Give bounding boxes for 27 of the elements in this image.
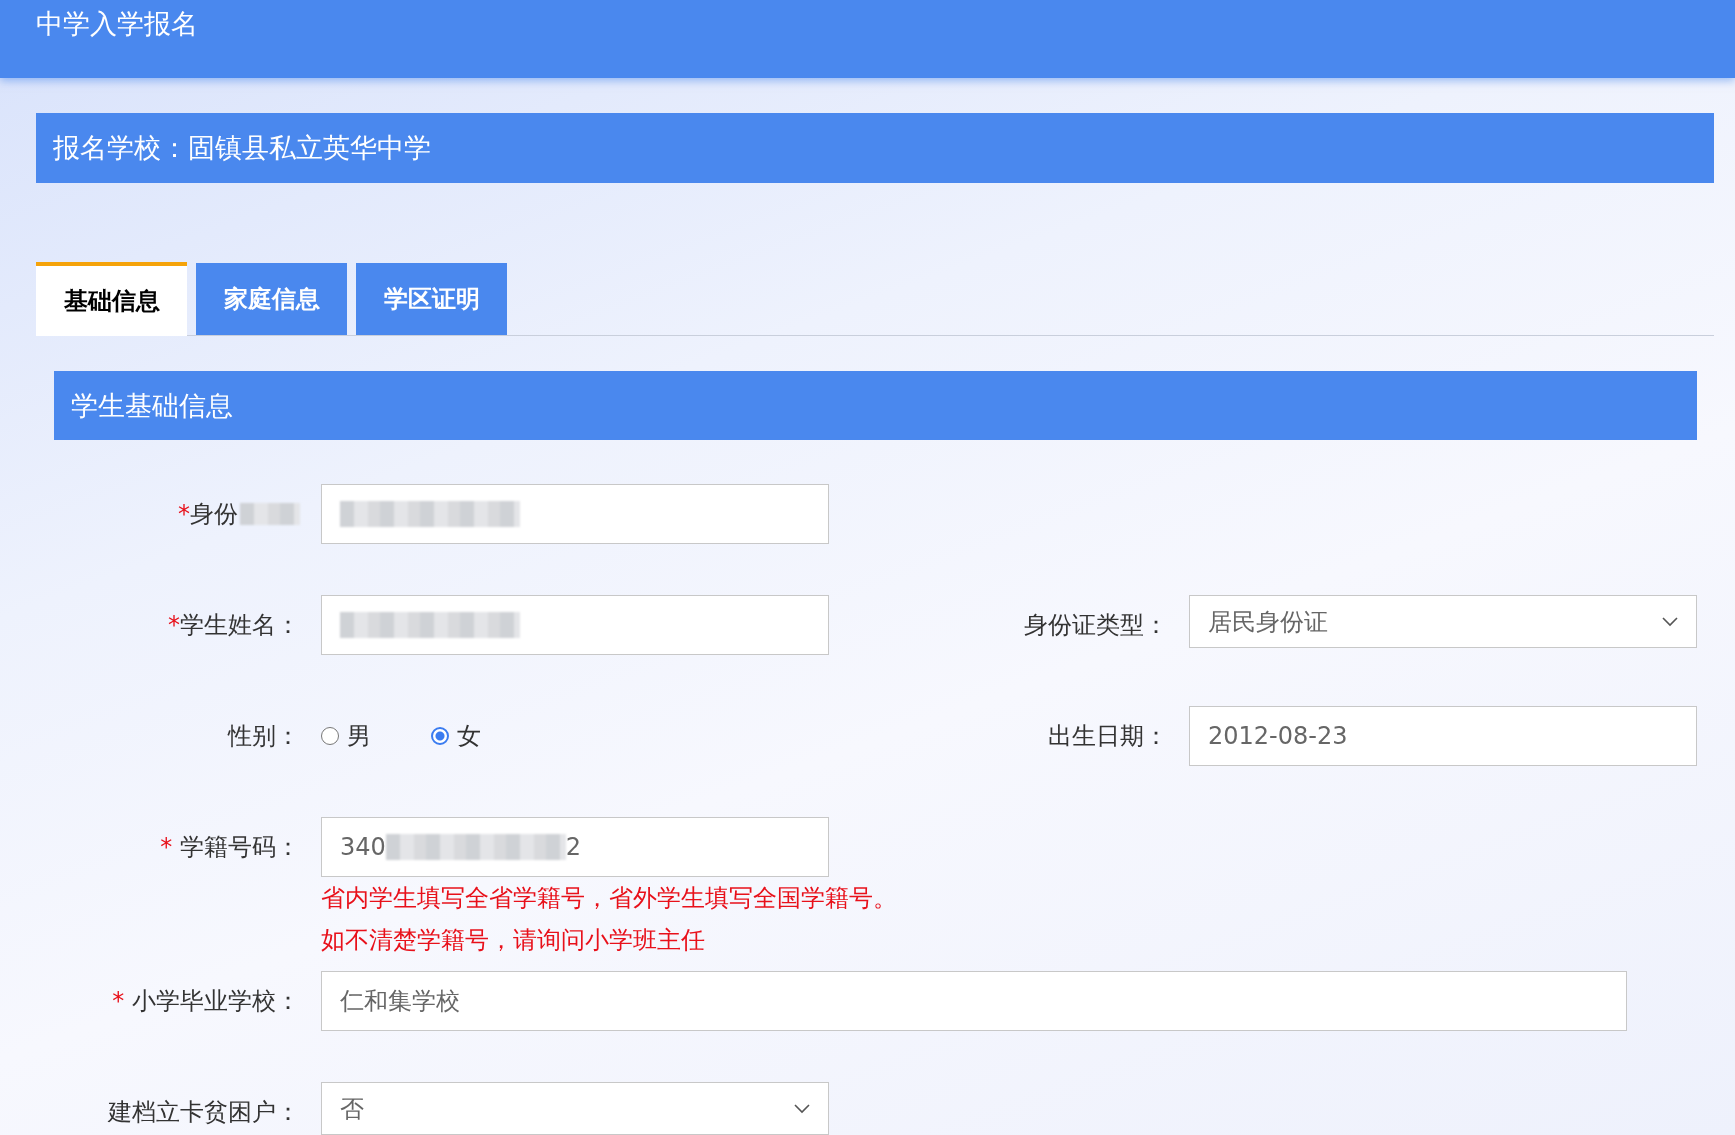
field-label: *学生姓名： xyxy=(168,610,300,641)
input-field[interactable] xyxy=(321,484,829,544)
field-label: 出生日期： xyxy=(1048,721,1168,752)
page-title: 中学入学报名 xyxy=(36,7,198,41)
select-field[interactable]: 否 xyxy=(321,1082,829,1135)
school-name: 报名学校：固镇县私立英华中学 xyxy=(53,131,431,165)
chevron-down-icon xyxy=(794,1103,810,1114)
field-label: *身份 xyxy=(178,498,300,530)
radio-option[interactable]: 女 xyxy=(431,720,481,752)
tab[interactable]: 学区证明 xyxy=(356,263,507,335)
field-label: * 小学毕业学校： xyxy=(112,986,300,1017)
field-label: 身份证类型： xyxy=(1024,610,1168,641)
field-label: 性别： xyxy=(228,721,300,752)
section-title: 学生基础信息 xyxy=(71,388,233,423)
tab[interactable]: 家庭信息 xyxy=(196,263,347,335)
input-field[interactable] xyxy=(321,595,829,655)
select-field[interactable]: 居民身份证 xyxy=(1189,595,1697,648)
chevron-down-icon xyxy=(1662,616,1678,627)
tab[interactable]: 基础信息 xyxy=(36,262,187,336)
input-field[interactable]: 340 2 xyxy=(321,817,829,877)
radio-option[interactable]: 男 xyxy=(321,720,371,752)
hint-text: 省内学生填写全省学籍号，省外学生填写全国学籍号。 xyxy=(321,883,897,914)
field-label: 建档立卡贫困户： xyxy=(108,1097,300,1128)
input-field[interactable]: 2012-08-23 xyxy=(1189,706,1697,766)
input-field[interactable]: 仁和集学校 xyxy=(321,971,1627,1031)
hint-text: 如不清楚学籍号，请询问小学班主任 xyxy=(321,925,705,956)
field-label: * 学籍号码： xyxy=(160,832,300,863)
